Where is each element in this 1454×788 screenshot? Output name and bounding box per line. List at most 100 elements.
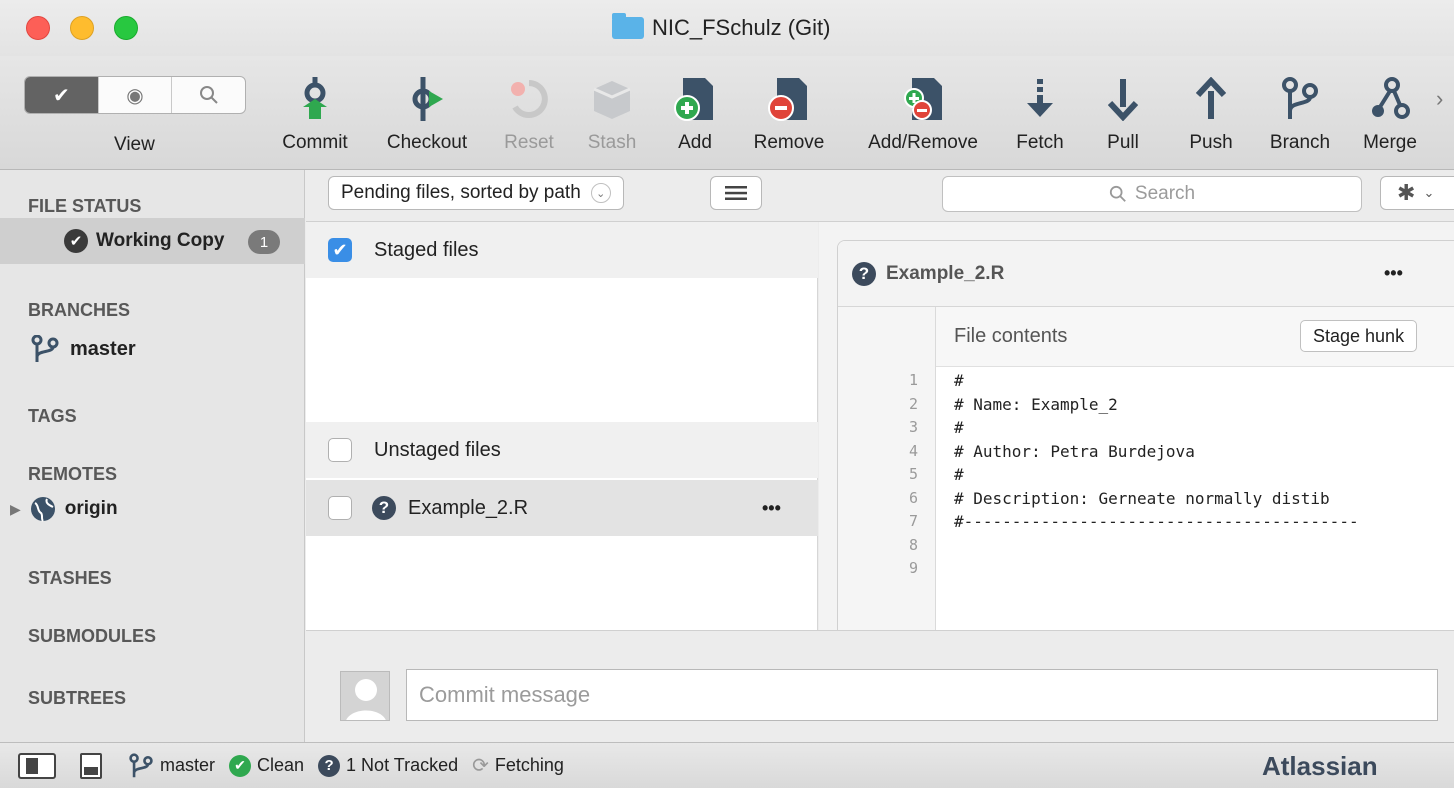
code-line: # xyxy=(954,418,964,437)
list-view-button[interactable] xyxy=(710,176,762,210)
remove-button[interactable]: Remove xyxy=(746,56,832,170)
unstaged-files-checkbox[interactable] xyxy=(328,438,352,462)
stash-icon xyxy=(589,76,635,122)
view-segmented-control[interactable]: ✔ ◉ xyxy=(24,76,246,114)
search-input[interactable]: Search xyxy=(942,176,1362,212)
sort-dropdown[interactable]: Pending files, sorted by path ⌄ xyxy=(328,176,624,210)
commit-message-input[interactable]: Commit message xyxy=(406,669,1438,721)
commit-bar: Commit message xyxy=(306,630,1454,742)
sidebar-header-branches: BRANCHES xyxy=(28,300,131,320)
branch-master-label: master xyxy=(70,337,136,360)
sidebar-header-file-status: FILE STATUS xyxy=(28,196,142,216)
fetch-button[interactable]: Fetch xyxy=(1004,56,1076,170)
zoom-window-button[interactable] xyxy=(114,16,138,40)
sidebar-header-stashes: STASHES xyxy=(28,568,112,588)
disclosure-triangle-icon[interactable]: ▶ xyxy=(10,501,21,518)
status-bar: master ✔ Clean ? 1 Not Tracked ⟳ Fetchin… xyxy=(0,742,1454,788)
status-fetching: Fetching xyxy=(494,755,564,775)
line-number: 7 xyxy=(908,512,918,530)
staged-files-checkbox[interactable]: ✔ xyxy=(328,238,352,262)
branch-icon xyxy=(1277,76,1323,122)
close-window-button[interactable] xyxy=(26,16,50,40)
reset-button[interactable]: Reset xyxy=(494,56,564,170)
sidebar-header-submodules: SUBMODULES xyxy=(28,626,157,646)
branch-icon xyxy=(31,335,59,362)
diff-more-button[interactable]: ••• xyxy=(1384,263,1403,284)
reset-icon xyxy=(506,76,552,122)
code-line: #---------------------------------------… xyxy=(954,512,1359,531)
file-row-more-button[interactable]: ••• xyxy=(762,498,781,519)
checkmark-circle-icon: ✔ xyxy=(64,229,88,253)
merge-button[interactable]: Merge xyxy=(1352,56,1428,170)
merge-label: Merge xyxy=(1363,132,1417,153)
code-line: # xyxy=(954,465,964,484)
unstaged-files-header[interactable]: Unstaged files xyxy=(306,422,818,478)
search-icon xyxy=(1109,185,1126,202)
app-window: NIC_FSchulz (Git) ✔ ◉ View Commit Checko… xyxy=(0,0,1454,788)
push-label: Push xyxy=(1189,132,1233,153)
sidebar-item-branch-master[interactable]: master xyxy=(30,334,136,364)
add-remove-button[interactable]: Add/Remove xyxy=(852,56,994,170)
fetch-icon xyxy=(1017,76,1063,122)
sidebar-item-remote-origin[interactable]: ▶ origin xyxy=(10,494,118,524)
sidebar-header-remotes: REMOTES xyxy=(28,464,118,484)
untracked-question-icon: ? xyxy=(852,261,876,286)
file-row[interactable]: ? Example_2.R ••• xyxy=(306,480,818,536)
stage-hunk-button[interactable]: Stage hunk xyxy=(1300,320,1418,352)
remove-file-icon xyxy=(766,76,812,122)
line-number: 1 xyxy=(908,371,918,389)
sidebar-header-tags: TAGS xyxy=(28,406,77,426)
settings-menu-button[interactable]: ✱ ⌄ xyxy=(1380,176,1454,210)
pull-icon xyxy=(1100,76,1146,122)
view-label: View xyxy=(114,134,155,155)
stash-button[interactable]: Stash xyxy=(574,56,650,170)
checkout-label: Checkout xyxy=(386,132,468,153)
untracked-question-icon: ? xyxy=(372,496,396,520)
branch-label: Branch xyxy=(1269,132,1331,153)
toggle-bottom-panel-icon[interactable] xyxy=(80,752,102,779)
push-button[interactable]: Push xyxy=(1178,56,1244,170)
staged-files-header[interactable]: ✔ Staged files xyxy=(306,222,818,278)
view-history-clock-icon[interactable]: ◉ xyxy=(99,77,173,113)
user-silhouette-icon xyxy=(346,679,386,720)
window-title-text: NIC_FSchulz (Git) xyxy=(652,15,831,40)
sort-dropdown-label: Pending files, sorted by path xyxy=(341,182,581,203)
view-working-copy-checkmark-icon[interactable]: ✔ xyxy=(25,77,99,113)
line-number: 3 xyxy=(908,418,918,436)
branch-button[interactable]: Branch xyxy=(1258,56,1342,170)
status-not-tracked: 1 Not Tracked xyxy=(346,755,459,775)
unstaged-files-label: Unstaged files xyxy=(374,438,501,461)
line-number: 8 xyxy=(908,535,918,554)
pull-button[interactable]: Pull xyxy=(1098,56,1148,170)
avatar xyxy=(340,671,390,721)
file-row-checkbox[interactable] xyxy=(328,496,352,520)
title-bar: NIC_FSchulz (Git) xyxy=(0,0,1454,56)
view-search-icon[interactable] xyxy=(172,77,245,113)
not-tracked-question-icon: ? xyxy=(318,754,341,777)
add-file-icon xyxy=(672,76,718,122)
minimize-window-button[interactable] xyxy=(70,16,94,40)
add-remove-label: Add/Remove xyxy=(868,132,978,153)
fetch-label: Fetch xyxy=(1016,132,1064,153)
line-number: 6 xyxy=(908,488,918,507)
line-number: 2 xyxy=(908,394,918,413)
reset-label: Reset xyxy=(504,132,554,153)
toggle-sidebar-icon[interactable] xyxy=(18,752,56,779)
remote-origin-label: origin xyxy=(64,498,118,519)
commit-label: Commit xyxy=(282,132,348,153)
checkout-button[interactable]: Checkout xyxy=(372,56,482,170)
add-label: Add xyxy=(678,132,712,153)
chevron-down-icon: ⌄ xyxy=(590,183,611,203)
add-button[interactable]: Add xyxy=(664,56,726,170)
toolbar-overflow-chevron-icon[interactable]: › xyxy=(1436,86,1443,112)
commit-button[interactable]: Commit xyxy=(272,56,358,170)
diff-filename: Example_2.R xyxy=(886,262,1005,284)
checkout-icon xyxy=(404,76,450,122)
file-diff-card: ? Example_2.R ••• File contents Stage hu… xyxy=(837,240,1454,640)
sidebar: FILE STATUS ✔ Working Copy 1 BRANCHES ma… xyxy=(0,170,305,742)
code-line: # Description: Gerneate normally distib xyxy=(954,488,1330,508)
status-branch: master xyxy=(160,755,216,775)
sidebar-item-working-copy[interactable]: ✔ Working Copy 1 xyxy=(0,218,305,264)
line-number: 4 xyxy=(908,441,918,460)
add-remove-file-icon xyxy=(900,76,946,122)
